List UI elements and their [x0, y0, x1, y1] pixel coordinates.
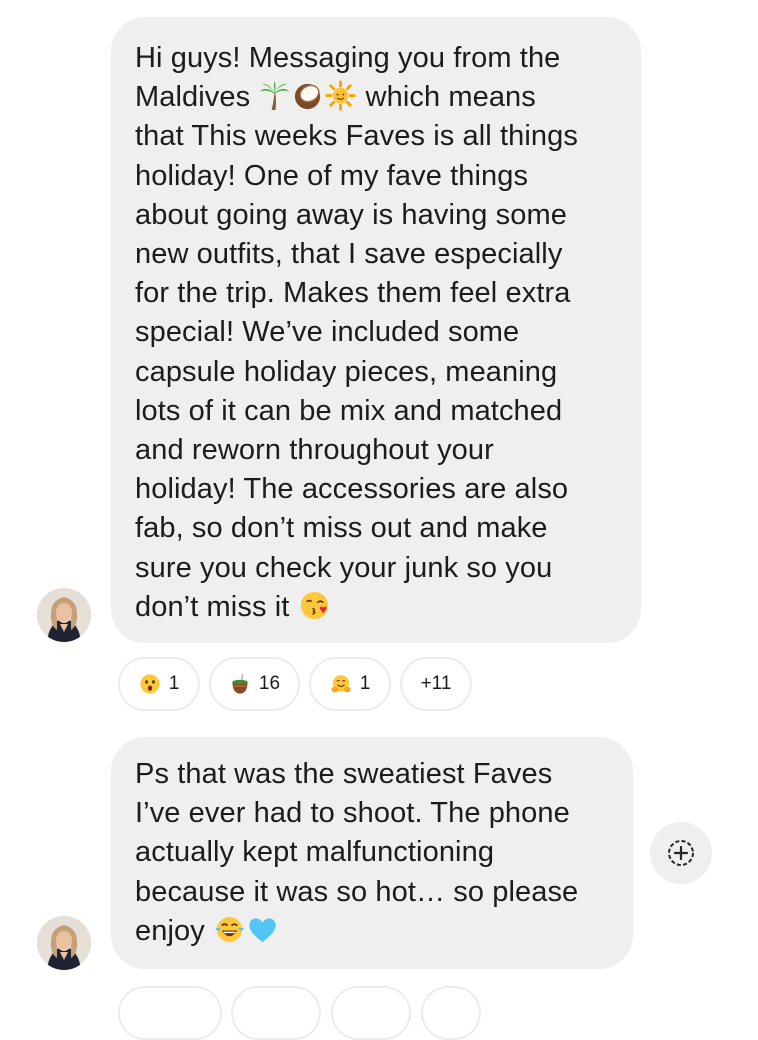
message-text: because it was so hot… so please [135, 875, 579, 908]
message-text: sure you check your junk so you [135, 551, 553, 584]
astonished-face-icon [139, 673, 161, 695]
message-line: fab, so don’t miss out and make [135, 509, 617, 548]
reaction-count: 1 [359, 673, 371, 694]
message-line: special! We’ve included some [135, 313, 617, 352]
message-text: new outfits, that I save especially [135, 238, 563, 271]
reaction-count: +11 [420, 673, 452, 694]
add-reaction-button[interactable] [650, 822, 712, 884]
sun-icon [325, 80, 356, 111]
reaction-pill[interactable]: 1 [309, 657, 391, 711]
message-line: lots of it can be mix and matched [135, 392, 617, 431]
reaction-pill[interactable]: +11 [400, 657, 472, 711]
message-text: Ps that was the sweatiest Faves [135, 758, 553, 790]
message-text: capsule holiday pieces, meaning [135, 355, 558, 388]
message-line: capsule holiday pieces, meaning [135, 353, 617, 392]
mate-drink-icon [229, 673, 251, 695]
reaction-count: 16 [258, 673, 281, 694]
reaction-pill[interactable] [231, 986, 321, 1040]
message-text: fab, so don’t miss out and make [135, 512, 548, 545]
kissing-face-icon [299, 590, 330, 621]
message-text: lots of it can be mix and matched [135, 394, 563, 427]
message-line: I’ve ever had to shoot. The phone [135, 794, 609, 833]
palm-tree-icon [259, 80, 290, 111]
reaction-pill[interactable] [421, 986, 481, 1040]
sender-avatar[interactable] [37, 916, 91, 970]
message-line: because it was so hot… so please [135, 873, 609, 912]
message-line: Hi guys! Messaging you from the [135, 39, 617, 78]
message-text: which means [357, 81, 536, 114]
message-bubble[interactable]: Ps that was the sweatiest Faves I’ve ever… [111, 737, 633, 969]
coconut-icon [292, 80, 323, 111]
tears-of-joy-icon [214, 914, 245, 945]
message-line: don’t miss it [135, 588, 617, 627]
message-text: don’t miss it [135, 590, 298, 623]
message-line: new outfits, that I save especially [135, 235, 617, 274]
message-text: enjoy [135, 914, 213, 947]
sender-avatar[interactable] [37, 588, 91, 642]
message-line: that This weeks Faves is all things [135, 117, 617, 156]
hugging-face-icon [330, 673, 352, 695]
message-line: Ps that was the sweatiest Faves [135, 755, 609, 794]
message-text: I’ve ever had to shoot. The phone [135, 797, 570, 830]
reaction-pill[interactable]: 1 [118, 657, 200, 711]
message-text: Hi guys! Messaging you from the [135, 42, 561, 74]
message-line: holiday! The accessories are also [135, 470, 617, 509]
message-line: enjoy [135, 912, 609, 951]
message-line: Maldives which means [135, 78, 617, 117]
message-bubble[interactable]: Hi guys! Messaging you from the Maldives … [111, 17, 641, 643]
message-line: sure you check your junk so you [135, 549, 617, 588]
message-line: holiday! One of my fave things [135, 157, 617, 196]
message-text: holiday! The accessories are also [135, 473, 569, 506]
reaction-pill[interactable]: 16 [209, 657, 300, 711]
reaction-pill[interactable] [331, 986, 411, 1040]
message-text: that This weeks Faves is all things [135, 120, 578, 153]
message-text: Maldives [135, 81, 259, 114]
reaction-pill[interactable] [118, 986, 222, 1040]
message-line: about going away is having some [135, 196, 617, 235]
message-line: for the trip. Makes them feel extra [135, 274, 617, 313]
reaction-count: 1 [168, 673, 180, 694]
message-text: actually kept malfunctioning [135, 836, 495, 869]
message-line: actually kept malfunctioning [135, 833, 609, 872]
blue-heart-icon [247, 914, 278, 945]
message-text: and reworn throughout your [135, 434, 494, 467]
message-text: about going away is having some [135, 198, 567, 231]
message-line: and reworn throughout your [135, 431, 617, 470]
message-text: for the trip. Makes them feel extra [135, 277, 571, 310]
message-text: holiday! One of my fave things [135, 159, 529, 192]
message-text: special! We’ve included some [135, 316, 520, 349]
add-reaction-icon [668, 840, 694, 866]
